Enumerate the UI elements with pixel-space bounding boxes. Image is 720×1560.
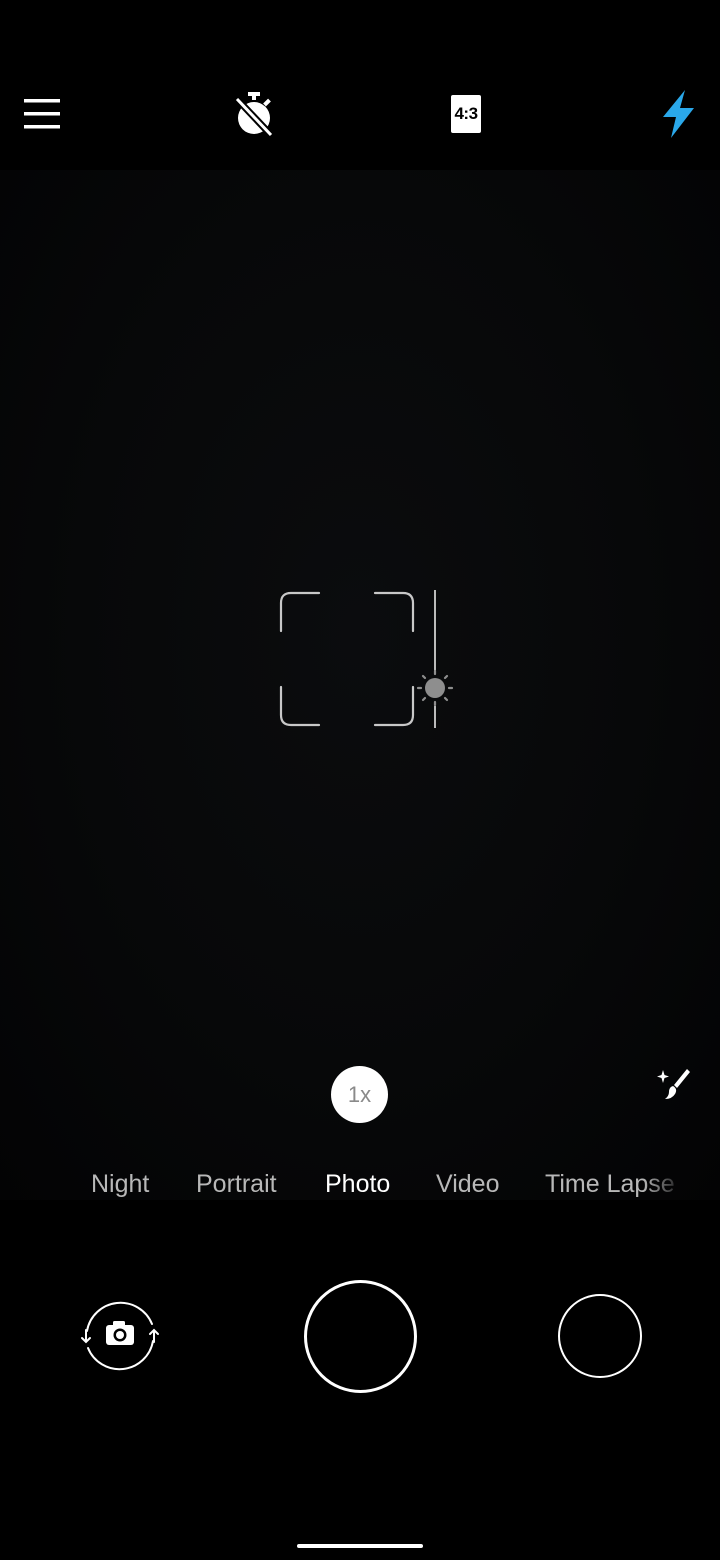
mode-time-lapse[interactable]: Time Lapse [545, 1162, 685, 1206]
menu-button[interactable] [18, 90, 66, 138]
timer-off-icon [234, 92, 274, 138]
beauty-mode-button[interactable] [652, 1063, 696, 1107]
gallery-thumbnail-button[interactable] [558, 1294, 642, 1378]
flash-on-icon [663, 90, 694, 138]
camera-mode-selector[interactable]: Night Portrait Photo Video Time Lapse [0, 1162, 720, 1206]
mode-photo[interactable]: Photo [325, 1162, 390, 1206]
timer-button[interactable] [228, 88, 280, 140]
exposure-slider[interactable] [414, 588, 456, 730]
exposure-sun-icon [416, 590, 454, 728]
aspect-ratio-label: 4:3 [451, 95, 481, 133]
shutter-button[interactable] [304, 1280, 417, 1393]
mode-video[interactable]: Video [436, 1162, 500, 1206]
mode-portrait[interactable]: Portrait [196, 1162, 277, 1206]
zoom-label: 1x [347, 1081, 372, 1107]
switch-camera-button[interactable] [76, 1296, 164, 1376]
beauty-magic-wand-icon [657, 1069, 690, 1099]
flash-button[interactable] [652, 86, 704, 142]
switch-camera-icon [81, 1301, 159, 1371]
zoom-button[interactable]: 1x [331, 1066, 388, 1123]
focus-frame-icon [279, 591, 415, 727]
aspect-ratio-button[interactable]: 4:3 [446, 92, 486, 136]
hamburger-menu-icon [24, 99, 60, 129]
focus-frame [279, 591, 415, 727]
home-indicator[interactable] [297, 1544, 423, 1548]
mode-night[interactable]: Night [91, 1162, 149, 1206]
